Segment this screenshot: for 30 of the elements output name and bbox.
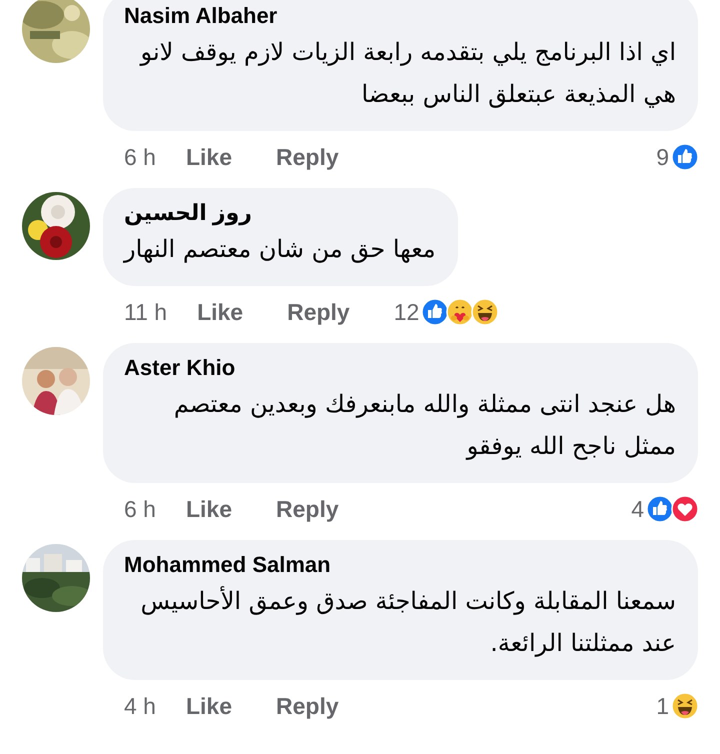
- thumbs-up-icon: [421, 298, 450, 326]
- timestamp: 6 h: [124, 496, 156, 522]
- reaction-count[interactable]: 4: [631, 496, 644, 522]
- reply-button[interactable]: Reply: [276, 144, 339, 170]
- thumbs-up-icon: [646, 495, 674, 523]
- author-name[interactable]: Nasim Albaher: [124, 1, 278, 31]
- like-button[interactable]: Like: [186, 144, 232, 170]
- reply-button[interactable]: Reply: [276, 692, 339, 720]
- timestamp: 4 h: [124, 692, 156, 720]
- author-name[interactable]: Aster Khio: [124, 353, 236, 383]
- hugging-face-icon: [446, 298, 474, 326]
- reaction-count[interactable]: 9: [656, 144, 669, 170]
- comment-text: هل عنجد انتى ممثلة والله مابنعرفك وبعدين معتصم ممثل ناجح الله يوفقو: [172, 389, 676, 462]
- author-name[interactable]: روز الحسين: [124, 198, 252, 228]
- thumbs-up-icon: [671, 143, 699, 171]
- like-button[interactable]: Like: [197, 298, 244, 326]
- timestamp: 6 h: [124, 144, 156, 170]
- comment-text: اي اذا البرنامج يلي بتقدمه رابعة الزيات لازم يوقف لانو هي المذيعة عبتعلق الناس ببعضا: [138, 37, 676, 110]
- reply-button[interactable]: Reply: [287, 298, 350, 326]
- reply-button[interactable]: Reply: [276, 496, 339, 522]
- like-button[interactable]: Like: [186, 496, 232, 522]
- reaction-count[interactable]: 12: [394, 298, 420, 326]
- reaction-count[interactable]: 1: [656, 692, 669, 720]
- author-name[interactable]: Mohammed Salman: [124, 550, 331, 580]
- laughing-face-icon: [671, 692, 699, 720]
- comment-text: معها حق من شان معتصم النهار: [124, 234, 436, 265]
- comment-text: سمعنا المقابلة وكانت المفاجئة صدق وعمق الأحاسيس عند ممثلتنا الرائعة.: [140, 585, 676, 659]
- like-button[interactable]: Like: [186, 692, 232, 720]
- timestamp: 11 h: [124, 298, 168, 326]
- laughing-face-icon: [471, 298, 500, 326]
